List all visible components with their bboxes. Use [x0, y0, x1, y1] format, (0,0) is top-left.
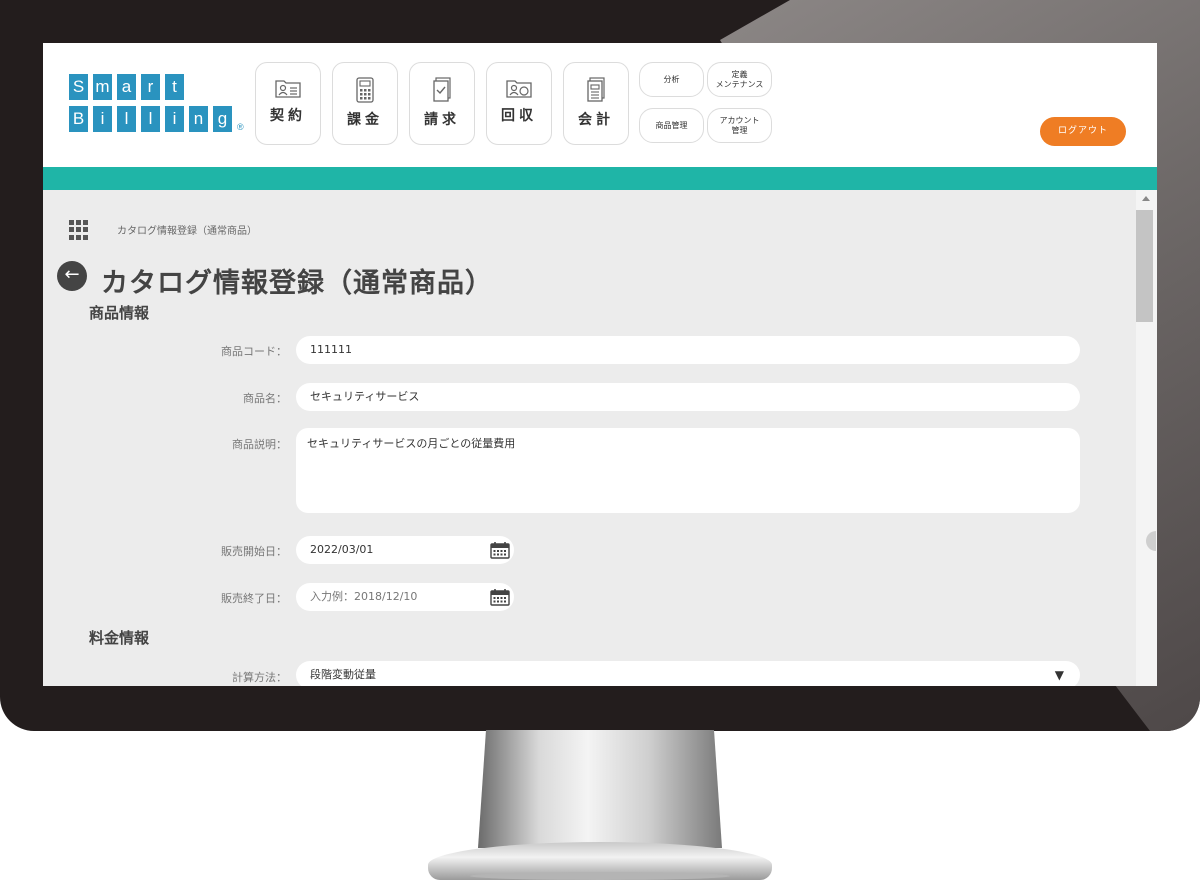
nav-invoice-button[interactable]: 請求: [409, 62, 475, 145]
logo-letter: l: [141, 106, 160, 132]
monitor-stand-shadow: [470, 872, 730, 880]
nav-label: 会計: [578, 112, 614, 128]
logo-letter: B: [69, 106, 88, 132]
section-price-info: 料金情報: [89, 629, 150, 647]
logo-letter: i: [165, 106, 184, 132]
scroll-thumb[interactable]: [1136, 210, 1153, 322]
logo-letter: i: [93, 106, 112, 132]
sale-start-date-value: 2022/03/01: [310, 543, 374, 556]
logo-letter: l: [117, 106, 136, 132]
registered-mark: ®: [237, 122, 244, 132]
accounting-icon: [587, 77, 605, 102]
section-product-info: 商品情報: [89, 304, 150, 322]
calc-method-value: 段階変動従量: [310, 668, 376, 681]
contract-icon: [275, 80, 301, 98]
back-arrow-icon[interactable]: ←: [57, 261, 87, 291]
nav-contract-button[interactable]: 契約: [255, 62, 321, 145]
logo-letter: g: [213, 106, 232, 132]
collection-icon: [506, 80, 532, 98]
nav-label: 回収: [501, 108, 537, 124]
calculator-icon: [356, 77, 374, 103]
logo-row-billing: B i l l i n g ®: [69, 106, 244, 132]
nav-label: 請求: [424, 112, 460, 128]
product-code-value: 111111: [310, 343, 352, 356]
product-description-label: 商品説明：: [232, 438, 287, 451]
nav-product-management-button[interactable]: 商品管理: [639, 108, 704, 143]
nav-analysis-button[interactable]: 分析: [639, 62, 704, 97]
calc-method-label: 計算方法：: [232, 671, 287, 684]
dropdown-arrow-icon: ▼: [1054, 668, 1064, 682]
invoice-icon: [433, 77, 451, 102]
sale-start-date-input[interactable]: 2022/03/01: [296, 536, 514, 564]
smart-billing-logo[interactable]: S m a r t B i l l i n g ®: [69, 74, 244, 138]
vertical-scrollbar[interactable]: [1136, 190, 1157, 686]
calendar-icon[interactable]: [490, 588, 510, 606]
page-title: カタログ情報登録（通常商品）: [101, 268, 493, 299]
accent-bar: [43, 167, 1157, 190]
logo-letter: a: [117, 74, 136, 100]
product-description-textarea[interactable]: セキュリティサービスの月ごとの従量費用: [296, 428, 1080, 513]
calendar-icon[interactable]: [490, 541, 510, 559]
product-name-label: 商品名：: [243, 392, 287, 405]
monitor-stand-neck: [478, 730, 722, 848]
sale-end-date-label: 販売終了日：: [221, 592, 287, 605]
nav-definition-maintenance-button[interactable]: 定義 メンテナンス: [707, 62, 772, 97]
nav-label: 契約: [270, 108, 306, 124]
logo-letter: S: [69, 74, 88, 100]
logo-letter: r: [141, 74, 160, 100]
product-code-label: 商品コード：: [221, 345, 287, 358]
logo-row-smart: S m a r t: [69, 74, 244, 100]
product-name-value: セキュリティサービス: [310, 390, 420, 403]
nav-account-management-button[interactable]: アカウント 管理: [707, 108, 772, 143]
nav-accounting-button[interactable]: 会計: [563, 62, 629, 145]
sale-end-date-input[interactable]: 入力例：2018/12/10: [296, 583, 514, 611]
product-name-input[interactable]: セキュリティサービス: [296, 383, 1080, 411]
calc-method-select[interactable]: 段階変動従量 ▼: [296, 661, 1080, 686]
app-grid-icon[interactable]: [69, 220, 89, 240]
logo-letter: t: [165, 74, 184, 100]
logo-letter: m: [93, 74, 112, 100]
logo-letter: n: [189, 106, 208, 132]
product-description-value: セキュリティサービスの月ごとの従量費用: [307, 437, 516, 450]
product-code-input[interactable]: 111111: [296, 336, 1080, 364]
screen: S m a r t B i l l i n g ® 契約 課金 請求 回収 会計…: [43, 43, 1157, 686]
nav-collection-button[interactable]: 回収: [486, 62, 552, 145]
app-header: S m a r t B i l l i n g ® 契約 課金 請求 回収 会計…: [43, 43, 1157, 167]
scroll-up-icon[interactable]: [1142, 196, 1150, 201]
nav-label: 課金: [347, 112, 383, 128]
breadcrumb[interactable]: カタログ情報登録（通常商品）: [117, 222, 257, 237]
nav-billing-button[interactable]: 課金: [332, 62, 398, 145]
sale-start-date-label: 販売開始日：: [221, 545, 287, 558]
logout-button[interactable]: ログアウト: [1040, 117, 1126, 146]
sale-end-date-placeholder: 入力例：2018/12/10: [310, 590, 418, 603]
